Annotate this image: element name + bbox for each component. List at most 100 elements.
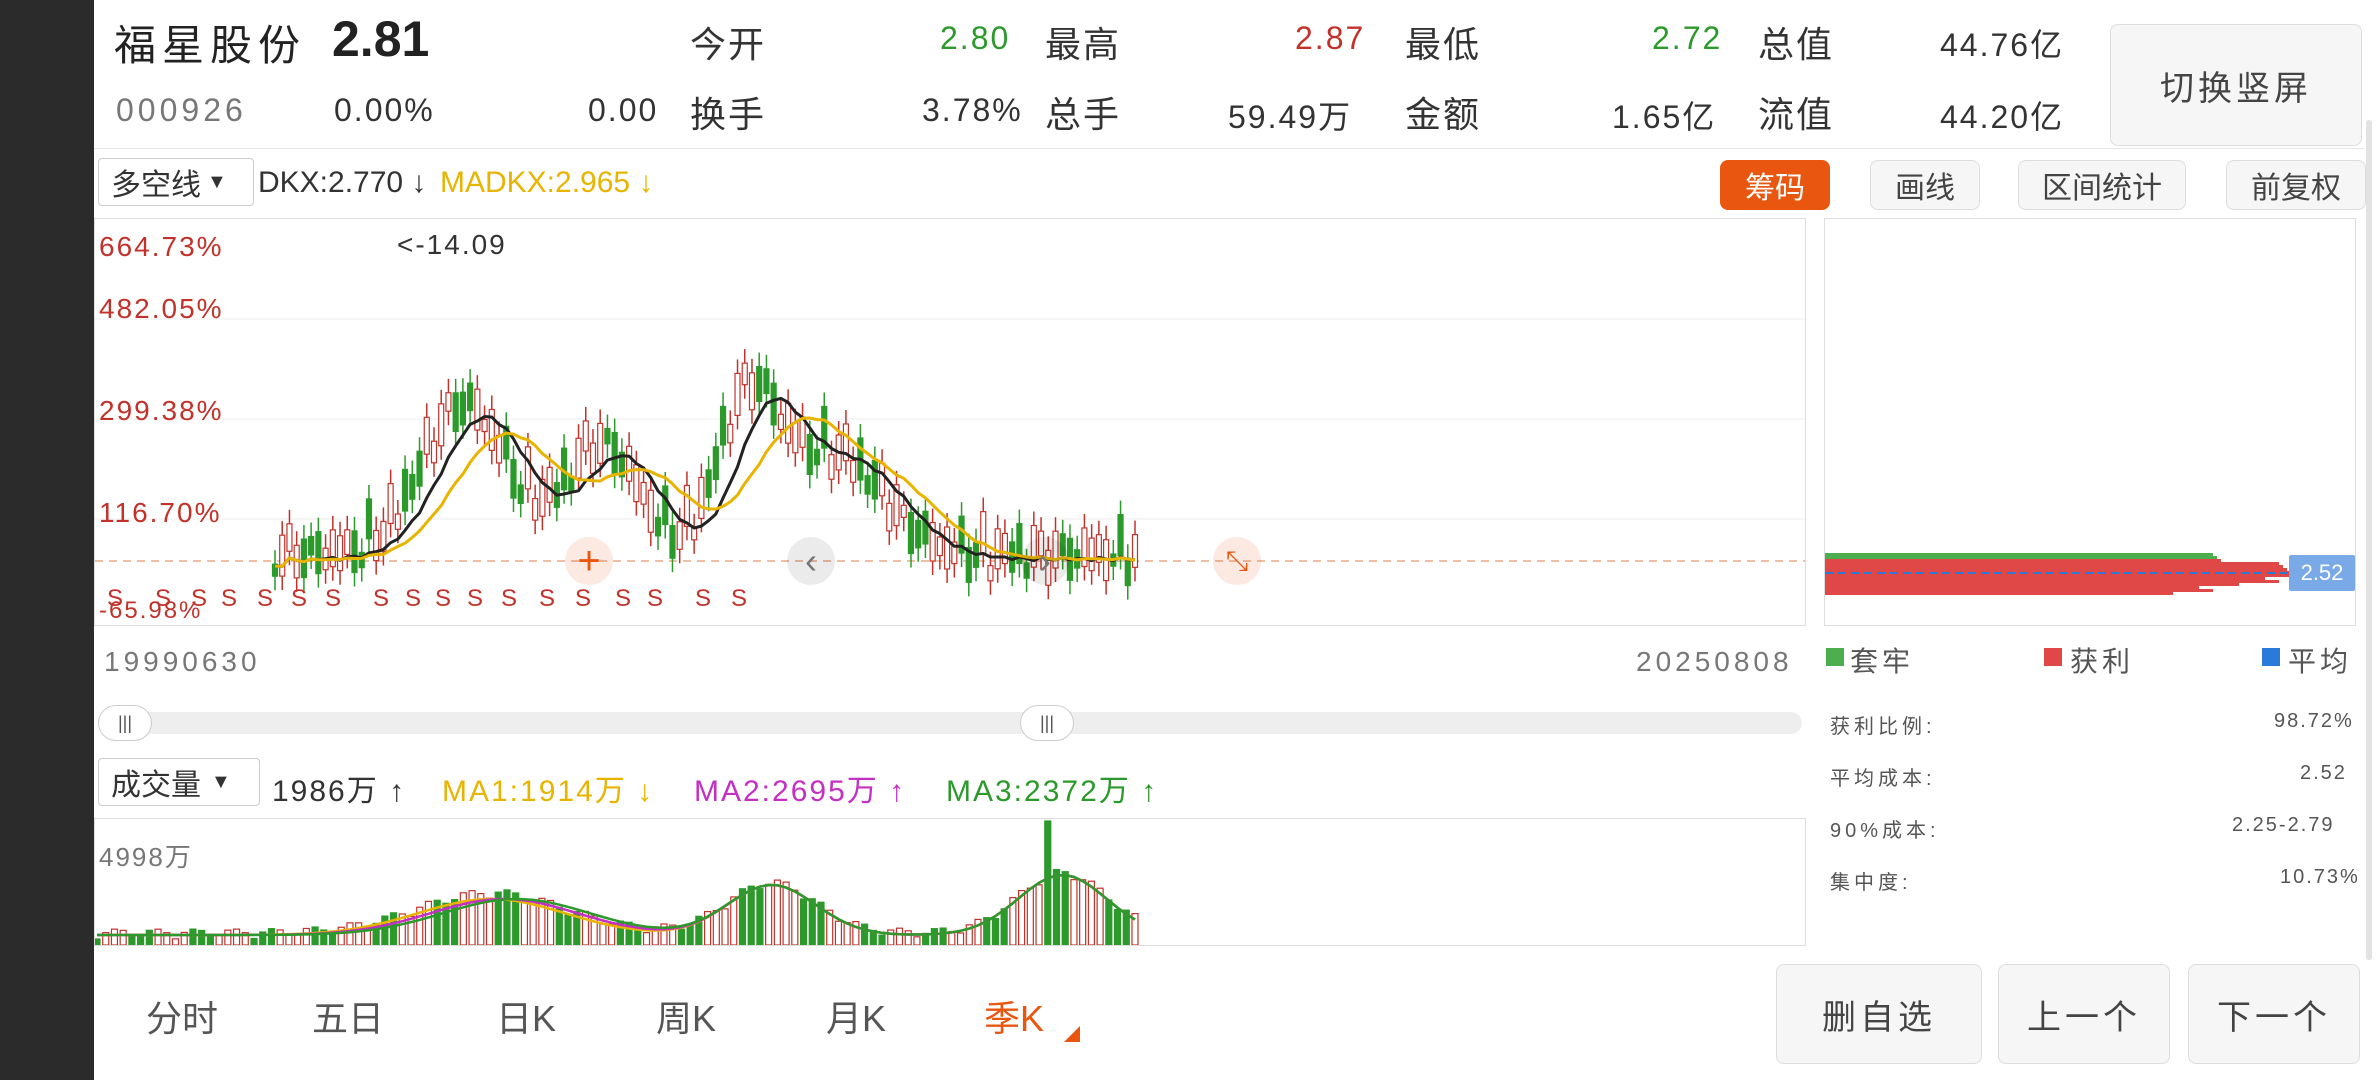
candle-body — [279, 534, 286, 577]
scroll-right-icon[interactable]: › — [1021, 537, 1069, 585]
chip-bar — [1825, 586, 2199, 589]
candle-body — [481, 418, 488, 433]
stat-profit-ratio-label: 获利比例: — [1830, 716, 1936, 738]
right-scrollbar[interactable] — [2364, 0, 2376, 1080]
candle-body — [915, 519, 922, 549]
volume-max-label: 4998万 — [99, 842, 193, 872]
ma2-value: MA2:2695万 ↑ — [694, 775, 907, 808]
volume-bar — [389, 912, 398, 945]
tab-minute[interactable]: 分时 — [146, 990, 218, 1042]
tab-menu-corner-icon — [1064, 1026, 1080, 1042]
switch-portrait-button[interactable]: 切换竖屏 — [2110, 24, 2362, 146]
volume-bar — [485, 897, 494, 945]
volume-chart[interactable]: 4998万 — [94, 818, 1806, 946]
candle-body — [611, 431, 618, 475]
volume-bar — [1026, 887, 1034, 945]
stat-90-cost-value: 2.25-2.79 — [2232, 814, 2335, 836]
candle-body — [886, 502, 893, 532]
candle-body — [944, 526, 951, 570]
chevron-down-icon: ▼ — [207, 170, 227, 193]
candle-body — [640, 481, 647, 505]
range-slider-left-handle[interactable]: ||| — [98, 705, 152, 741]
volume-bar — [1079, 879, 1087, 945]
legend-profit-swatch — [2044, 648, 2062, 666]
volume-bar — [520, 899, 529, 945]
indicator-select[interactable]: 多空线 ▼ — [98, 158, 254, 206]
dkx-value: DKX:2.770 ↓ — [258, 166, 427, 199]
volume-bar — [110, 928, 119, 945]
volume-bar — [773, 879, 781, 945]
scrollbar-thumb[interactable] — [2366, 120, 2372, 960]
tab-quarterly-k[interactable]: 季K — [984, 990, 1044, 1042]
volume-bar — [215, 934, 223, 945]
volume-label: 总手 — [1045, 94, 1122, 135]
candle-body — [813, 448, 821, 466]
volume-bar — [834, 920, 843, 945]
remove-favorite-button[interactable]: 删自选 — [1776, 964, 1982, 1064]
volume-bar — [1052, 868, 1061, 945]
volume-bar — [991, 917, 1000, 945]
volume-bar — [1113, 908, 1122, 945]
candle-body — [459, 391, 466, 426]
stat-avg-cost-value: 2.52 — [2300, 762, 2347, 784]
candle-body — [358, 551, 365, 569]
volume-select[interactable]: 成交量 ▼ — [98, 758, 260, 806]
collapse-icon[interactable]: ⤡ — [1213, 537, 1261, 585]
volume-bar — [930, 928, 938, 945]
crosshair-icon[interactable]: + — [565, 537, 613, 585]
date-start: 19990630 — [104, 646, 261, 677]
candle-body — [763, 368, 770, 395]
volume-bar — [782, 881, 790, 945]
candle-body — [517, 484, 524, 505]
candle-body — [401, 468, 409, 512]
candle-body — [1117, 513, 1124, 557]
candle-body — [683, 484, 691, 527]
range-stats-button[interactable]: 区间统计 — [2018, 160, 2186, 210]
tab-monthly-k[interactable]: 月K — [826, 990, 886, 1042]
legend-avg: 平均 — [2288, 646, 2353, 677]
ma1-value: MA1:1914万 ↓ — [442, 775, 655, 808]
kline-chart[interactable]: 664.73% 482.05% 299.38% 116.70% -65.98% … — [94, 218, 1806, 626]
candle-body — [474, 388, 481, 431]
volume-bar — [712, 910, 720, 945]
chip-bar — [1825, 556, 2217, 559]
candle-body — [394, 513, 401, 530]
next-stock-button[interactable]: 下一个 — [2188, 964, 2360, 1064]
candle-body — [864, 475, 871, 495]
change-pct: 0.00% — [334, 92, 435, 128]
candle-body — [1088, 537, 1095, 572]
tab-five-day[interactable]: 五日 — [312, 990, 384, 1042]
volume-bar — [311, 926, 319, 945]
chip-button[interactable]: 筹码 — [1720, 160, 1830, 210]
candle-body — [510, 458, 517, 499]
volume-bar — [791, 889, 799, 945]
candle-body — [1009, 541, 1016, 573]
candle-body — [546, 466, 553, 503]
legend-trapped: 套牢 — [1850, 646, 1915, 677]
scroll-left-icon[interactable]: ‹ — [787, 537, 835, 585]
chip-bar — [1825, 562, 2279, 565]
volume-svg — [95, 820, 1139, 945]
volume-bar — [381, 915, 389, 945]
candle-body — [669, 524, 676, 559]
s-marker: S — [467, 585, 484, 612]
volume-bar — [328, 934, 337, 945]
tab-weekly-k[interactable]: 周K — [656, 990, 716, 1042]
volume-bar — [904, 930, 912, 945]
candle-body — [719, 405, 727, 446]
tab-daily-k[interactable]: 日K — [496, 990, 556, 1042]
candle-body — [647, 489, 654, 533]
stock-price: 2.81 — [332, 11, 430, 67]
candle-body — [662, 485, 669, 526]
volume-bar — [206, 935, 214, 945]
draw-line-button[interactable]: 画线 — [1870, 160, 1980, 210]
adjust-button[interactable]: 前复权 — [2226, 160, 2366, 210]
candle-body — [300, 538, 308, 579]
candle-body — [430, 440, 438, 464]
volume-bar — [232, 928, 241, 945]
candle-body — [416, 450, 423, 487]
previous-stock-button[interactable]: 上一个 — [1998, 964, 2170, 1064]
chip-bar — [1825, 589, 2213, 592]
range-slider-right-handle[interactable]: ||| — [1020, 705, 1074, 741]
range-slider-track[interactable] — [98, 712, 1802, 734]
